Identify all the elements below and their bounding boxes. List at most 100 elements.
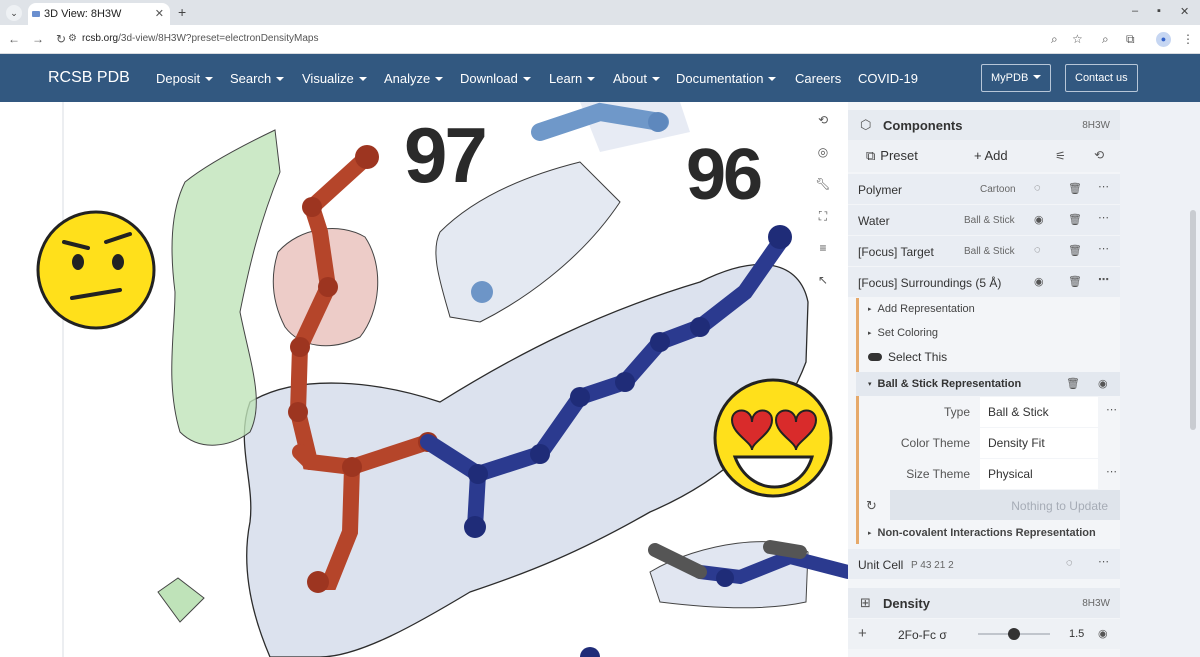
- nav-visualize[interactable]: Visualize: [302, 71, 367, 86]
- more-icon[interactable]: ⋯: [1098, 273, 1109, 286]
- expand-arrow-icon: ▸: [868, 530, 872, 537]
- minimize-icon[interactable]: –: [1132, 5, 1138, 17]
- preset-icon: ⧉: [866, 148, 876, 163]
- new-tab-icon[interactable]: +: [178, 4, 186, 20]
- forward-icon[interactable]: →: [32, 32, 44, 46]
- sigma-slider[interactable]: [978, 628, 1050, 640]
- more-icon[interactable]: ⋯: [1106, 465, 1117, 478]
- back-icon[interactable]: ←: [8, 32, 20, 46]
- component-row-focus-surroundings[interactable]: [Focus] Surroundings (5 Å) ◉ 🗑︎ ⋯: [848, 267, 1120, 297]
- component-repr[interactable]: Ball & Stick: [964, 215, 1015, 226]
- more-icon[interactable]: ⋯: [1098, 211, 1109, 224]
- add-representation-item[interactable]: ▸ Add Representation: [856, 299, 1120, 319]
- maximize-icon[interactable]: ▪: [1157, 5, 1161, 17]
- preset-button[interactable]: ⧉ Preset: [866, 148, 918, 164]
- wrench-icon[interactable]: 🔧︎: [808, 170, 838, 198]
- history-icon[interactable]: ⟲: [1094, 148, 1104, 162]
- more-icon[interactable]: ⋯: [1098, 555, 1109, 568]
- visibility-icon[interactable]: ◉: [1034, 275, 1044, 288]
- site-info-icon[interactable]: ⚙: [68, 33, 77, 44]
- url-field[interactable]: rcsb.org/3d-view/8H3W?preset=electronDen…: [82, 33, 319, 44]
- update-row: ↻ Nothing to Update: [856, 490, 1120, 520]
- delete-icon[interactable]: 🗑︎: [1068, 275, 1082, 288]
- component-repr[interactable]: Cartoon: [980, 184, 1016, 195]
- add-button[interactable]: + Add: [974, 148, 1008, 163]
- nav-careers[interactable]: Careers: [795, 71, 841, 86]
- bookmark-star-icon[interactable]: ☆: [1072, 32, 1083, 46]
- reset-view-icon[interactable]: ⟲: [808, 106, 838, 134]
- more-icon[interactable]: ⋯: [1098, 180, 1109, 193]
- more-icon[interactable]: ⋯: [1098, 242, 1109, 255]
- site-brand[interactable]: RCSB PDB: [48, 69, 130, 87]
- nav-analyze[interactable]: Analyze: [384, 71, 444, 86]
- component-row-focus-target[interactable]: [Focus] Target Ball & Stick ◌ 🗑︎ ⋯: [848, 236, 1120, 266]
- profile-avatar-icon[interactable]: ●: [1156, 32, 1171, 47]
- visibility-icon[interactable]: ◉: [1098, 627, 1108, 640]
- mypdb-button[interactable]: MyPDB: [981, 64, 1052, 92]
- component-row-polymer[interactable]: Polymer Cartoon ◌ 🗑︎ ⋯: [848, 174, 1120, 204]
- caret-down-icon: [651, 77, 660, 81]
- browser-tab[interactable]: 3D View: 8H3W ✕: [28, 3, 170, 25]
- select-this-button[interactable]: Select This: [856, 346, 1120, 368]
- camera-icon[interactable]: ◎: [808, 138, 838, 166]
- nav-documentation[interactable]: Documentation: [676, 71, 777, 86]
- visibility-icon[interactable]: ◉: [1098, 377, 1108, 390]
- component-row-water[interactable]: Water Ball & Stick ◉ 🗑︎ ⋯: [848, 205, 1120, 235]
- noncovalent-representation-header[interactable]: ▸ Non-covalent Interactions Representatio…: [856, 522, 1120, 544]
- component-name: [Focus] Target: [858, 245, 934, 259]
- refresh-icon[interactable]: ↻: [866, 498, 877, 514]
- sigma-slider-knob[interactable]: [1008, 628, 1020, 640]
- delete-icon[interactable]: 🗑︎: [1068, 213, 1082, 226]
- reload-icon[interactable]: ↻: [56, 32, 66, 46]
- components-header[interactable]: ⬡ Components 8H3W: [848, 110, 1120, 140]
- add-icon[interactable]: +: [858, 625, 867, 642]
- nothing-to-update-button[interactable]: Nothing to Update: [890, 490, 1120, 520]
- visibility-off-icon[interactable]: ◌: [1034, 182, 1041, 194]
- panel-scrollbar[interactable]: [1190, 210, 1196, 430]
- visibility-off-icon[interactable]: ◌: [1034, 244, 1041, 256]
- contact-us-button[interactable]: Contact us: [1065, 64, 1138, 92]
- nav-label: Download: [460, 71, 518, 86]
- nav-download[interactable]: Download: [460, 71, 531, 86]
- components-toolbar: ⧉ Preset + Add ⚟ ⟲: [848, 140, 1120, 172]
- expand-arrow-icon: ▸: [868, 306, 872, 313]
- density-header[interactable]: ⊞ Density 8H3W: [848, 588, 1120, 618]
- component-repr[interactable]: Ball & Stick: [964, 246, 1015, 257]
- nav-search[interactable]: Search: [230, 71, 285, 86]
- molecular-viewer-canvas[interactable]: 97 96 ⟲ ◎ 🔧︎ ⛶ ≡ ↖: [0, 102, 848, 657]
- mypdb-label: MyPDB: [991, 72, 1029, 84]
- nav-deposit[interactable]: Deposit: [156, 71, 214, 86]
- extensions-icon[interactable]: ⧉: [1126, 32, 1135, 47]
- tab-search-icon[interactable]: ⌄: [6, 5, 22, 21]
- fullscreen-icon[interactable]: ⛶: [808, 202, 838, 230]
- nav-learn[interactable]: Learn: [549, 71, 596, 86]
- cursor-icon[interactable]: ↖: [808, 266, 838, 294]
- delete-icon[interactable]: 🗑︎: [1066, 377, 1080, 390]
- color-theme-select[interactable]: Density Fit: [980, 428, 1098, 458]
- component-name: Polymer: [858, 183, 903, 197]
- visibility-icon[interactable]: ◉: [1034, 213, 1044, 226]
- browser-menu-icon[interactable]: ⋮: [1182, 32, 1194, 46]
- nav-label: Deposit: [156, 71, 201, 86]
- search-icon[interactable]: ⌕: [1102, 32, 1109, 47]
- nav-covid[interactable]: COVID-19: [858, 71, 918, 86]
- collapse-arrow-icon: ▾: [868, 381, 872, 388]
- set-coloring-item[interactable]: ▸ Set Coloring: [856, 323, 1120, 343]
- delete-icon[interactable]: 🗑︎: [1068, 244, 1082, 257]
- ball-stick-representation-header[interactable]: ▾ Ball & Stick Representation 🗑︎ ◉: [856, 372, 1120, 396]
- options-sliders-icon[interactable]: ⚟: [1055, 149, 1066, 163]
- close-icon[interactable]: ✕: [155, 7, 164, 20]
- unit-cell-row[interactable]: Unit Cell P 43 21 2 ◌ ⋯: [848, 549, 1120, 579]
- size-theme-select[interactable]: Physical: [980, 459, 1098, 489]
- zoom-icon[interactable]: ⌕: [1051, 32, 1058, 47]
- settings-sliders-icon[interactable]: ≡: [808, 234, 838, 262]
- nav-about[interactable]: About: [613, 71, 660, 86]
- delete-icon[interactable]: 🗑︎: [1068, 182, 1082, 195]
- window-close-icon[interactable]: ✕: [1180, 5, 1189, 18]
- nav-label: About: [613, 71, 647, 86]
- more-icon[interactable]: ⋯: [1106, 403, 1117, 416]
- component-name: [Focus] Surroundings (5 Å): [858, 276, 1002, 290]
- type-select[interactable]: Ball & Stick: [980, 397, 1098, 427]
- nav-label: Analyze: [384, 71, 431, 86]
- visibility-off-icon[interactable]: ◌: [1066, 557, 1073, 569]
